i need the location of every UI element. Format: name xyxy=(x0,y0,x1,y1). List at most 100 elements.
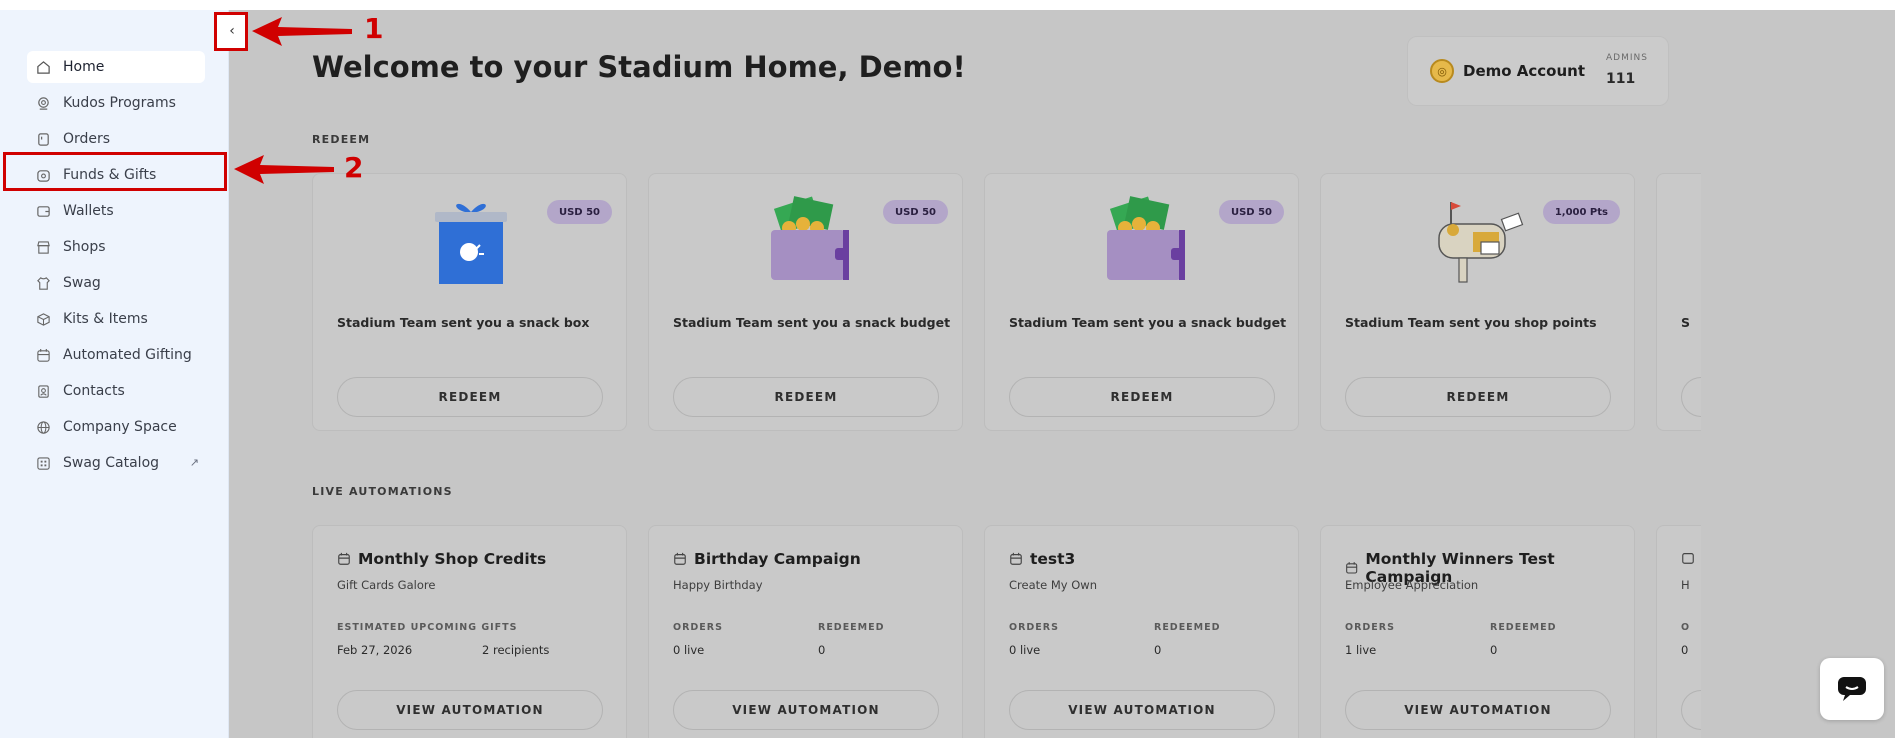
admins-label: ADMINS xyxy=(1606,53,1648,63)
sidebar-item-label: Wallets xyxy=(63,203,114,219)
page-title: Welcome to your Stadium Home, Demo! xyxy=(312,50,966,84)
kudos-icon xyxy=(35,95,51,111)
contacts-icon xyxy=(35,383,51,399)
automation-subtitle: Happy Birthday xyxy=(673,578,763,592)
gift-box-icon xyxy=(413,194,523,284)
view-automation-button[interactable]: VIEW AUTOMATION xyxy=(1009,690,1275,730)
redeem-button[interactable]: REDEEM xyxy=(1009,377,1275,417)
value-badge: USD 50 xyxy=(1218,200,1284,224)
account-name: Demo Account xyxy=(1463,62,1586,80)
annotation-number-1: 1 xyxy=(364,12,384,45)
redeem-card: USD 50 Stadium Team sent you a snack box… xyxy=(312,173,627,431)
sidebar-item-label: Swag Catalog xyxy=(63,455,160,471)
orders-label: ORDERS xyxy=(1345,622,1395,633)
orders-value: 1 live xyxy=(1345,643,1377,657)
calendar-icon xyxy=(338,552,350,565)
value-badge: USD 50 xyxy=(546,200,612,224)
calendar-icon xyxy=(1010,552,1022,565)
chat-widget-button[interactable] xyxy=(1820,658,1884,720)
automation-title-text: Birthday Campaign xyxy=(694,550,861,568)
gift-message: Stadium Team sent you a snack box xyxy=(337,315,590,330)
sidebar-item-kudos-programs[interactable]: Kudos Programs xyxy=(27,87,205,119)
stat-value: Feb 27, 2026 xyxy=(337,643,413,657)
view-automation-button[interactable]: VIEW AUTOMATION xyxy=(337,690,603,730)
sidebar-item-contacts[interactable]: Contacts xyxy=(27,375,205,407)
shop-icon xyxy=(35,239,51,255)
redeem-card: USD 50 Stadium Team sent you a snack bud… xyxy=(648,173,963,431)
automation-card-partial: H O 0 xyxy=(1656,525,1701,738)
sidebar-item-label: Shops xyxy=(63,239,106,255)
calendar-icon xyxy=(35,347,51,363)
redeem-section-label: REDEEM xyxy=(312,133,371,146)
redeemed-value: 0 xyxy=(1490,643,1498,657)
redeem-button[interactable]: REDEEM xyxy=(673,377,939,417)
orders-value: 0 live xyxy=(673,643,705,657)
sidebar: Home Kudos Programs Orders Funds & Gifts xyxy=(0,10,229,738)
top-border xyxy=(0,0,1895,10)
redeem-button[interactable]: REDEEM xyxy=(1345,377,1611,417)
sidebar-item-company-space[interactable]: Company Space xyxy=(27,411,205,443)
wallet-icon xyxy=(35,203,51,219)
catalog-icon xyxy=(35,455,51,471)
orders-label: ORDERS xyxy=(673,622,723,633)
sidebar-item-label: Kudos Programs xyxy=(63,95,176,111)
calendar-icon xyxy=(1346,562,1358,574)
automation-title: Monthly Shop Credits xyxy=(337,550,546,568)
redeemed-label: REDEEMED xyxy=(1154,622,1221,633)
automation-subtitle: Gift Cards Galore xyxy=(337,578,436,592)
redeem-card: USD 50 Stadium Team sent you a snack bud… xyxy=(984,173,1299,431)
sidebar-item-kits-items[interactable]: Kits & Items xyxy=(27,303,205,335)
wallet-cash-icon xyxy=(1085,194,1195,284)
home-icon xyxy=(35,59,51,75)
calendar-icon xyxy=(674,552,686,565)
sidebar-item-orders[interactable]: Orders xyxy=(27,123,205,155)
view-automation-button[interactable]: VIEW AUTOMATION xyxy=(1345,690,1611,730)
redeem-card: 1,000 Pts Stadium Team sent you shop poi… xyxy=(1320,173,1635,431)
redeemed-value: 0 xyxy=(818,643,826,657)
sidebar-item-swag-catalog[interactable]: Swag Catalog ↗ xyxy=(27,447,205,479)
external-link-icon: ↗ xyxy=(189,456,199,469)
sidebar-item-label: Automated Gifting xyxy=(63,347,192,363)
redeemed-label: REDEEMED xyxy=(1490,622,1557,633)
gift-message: Stadium Team sent you a snack budget xyxy=(1009,315,1287,330)
chat-icon xyxy=(1838,677,1866,701)
app-root: Home Kudos Programs Orders Funds & Gifts xyxy=(0,0,1895,738)
globe-icon xyxy=(35,419,51,435)
sidebar-item-label: Orders xyxy=(63,131,111,147)
automation-card: Monthly Shop Credits Gift Cards Galore E… xyxy=(312,525,627,738)
sidebar-item-label: Company Space xyxy=(63,419,177,435)
sidebar-item-shops[interactable]: Shops xyxy=(27,231,205,263)
box-icon xyxy=(35,311,51,327)
sidebar-nav: Home Kudos Programs Orders Funds & Gifts xyxy=(27,51,205,483)
sidebar-item-swag[interactable]: Swag xyxy=(27,267,205,299)
automation-title: test3 xyxy=(1009,550,1075,568)
gift-message: Stadium Team sent you shop points xyxy=(1345,315,1597,330)
view-automation-button[interactable]: VIEW AUTOMATION xyxy=(673,690,939,730)
sidebar-item-wallets[interactable]: Wallets xyxy=(27,195,205,227)
annotation-box-2 xyxy=(3,152,227,191)
redeemed-label: REDEEMED xyxy=(818,622,885,633)
sidebar-item-home[interactable]: Home xyxy=(27,51,205,83)
account-card[interactable]: ◎ Demo Account ADMINS 111 xyxy=(1407,36,1669,106)
orders-icon xyxy=(35,131,51,147)
automation-title-text: test3 xyxy=(1030,550,1076,568)
redeem-button-partial[interactable] xyxy=(1681,377,1701,417)
value-badge: 1,000 Pts xyxy=(1542,200,1620,224)
redeem-card-partial: S xyxy=(1656,173,1701,431)
admins-count: 111 xyxy=(1606,71,1636,87)
shirt-icon xyxy=(35,275,51,291)
wallet-cash-icon xyxy=(749,194,859,284)
automation-card: Monthly Winners Test Campaign Employee A… xyxy=(1320,525,1635,738)
sidebar-item-automated-gifting[interactable]: Automated Gifting xyxy=(27,339,205,371)
automation-card: test3 Create My Own ORDERS 0 live REDEEM… xyxy=(984,525,1299,738)
redeemed-value: 0 xyxy=(1154,643,1162,657)
annotation-arrow-1-icon xyxy=(252,17,352,46)
redeem-button[interactable]: REDEEM xyxy=(337,377,603,417)
automation-subtitle-partial: H xyxy=(1681,578,1690,592)
main-content: Welcome to your Stadium Home, Demo! ◎ De… xyxy=(229,10,1895,738)
sidebar-item-label: Kits & Items xyxy=(63,311,148,327)
annotation-number-2: 2 xyxy=(344,151,364,184)
view-automation-button-partial[interactable] xyxy=(1681,690,1701,730)
account-coin-icon: ◎ xyxy=(1430,59,1454,83)
automation-title: Birthday Campaign xyxy=(673,550,861,568)
